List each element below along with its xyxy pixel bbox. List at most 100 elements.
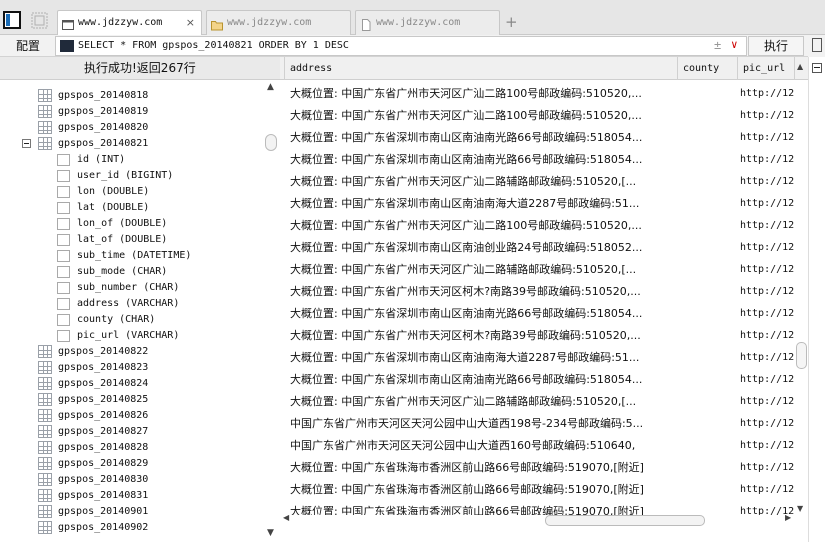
scroll-up-icon[interactable]: ▲ bbox=[267, 82, 274, 92]
tab-2[interactable]: www.jdzzyw.com bbox=[206, 10, 351, 35]
cell-address[interactable]: 大概位置: 中国广东省深圳市南山区南油南光路66号邮政编码:518054... bbox=[290, 127, 680, 149]
cell-address[interactable]: 大概位置: 中国广东省珠海市香洲区前山路66号邮政编码:519070,[附近] bbox=[290, 457, 680, 479]
tree-scroll-thumb[interactable] bbox=[265, 134, 277, 151]
table-row[interactable]: 大概位置: 中国广东省广州市天河区广汕二路辅路邮政编码:510520,[... h… bbox=[280, 171, 800, 193]
tree-column-item[interactable]: sub_time (DATETIME) bbox=[0, 248, 262, 264]
table-row[interactable]: 大概位置: 中国广东省广州市天河区广汕二路100号邮政编码:510520,...… bbox=[280, 83, 800, 105]
table-row[interactable]: 大概位置: 中国广东省深圳市南山区南油创业路24号邮政编码:518052... h… bbox=[280, 237, 800, 259]
new-tab-button[interactable]: + bbox=[505, 13, 518, 31]
cell-address[interactable]: 大概位置: 中国广东省深圳市南山区南油南光路66号邮政编码:518054... bbox=[290, 369, 680, 391]
table-row[interactable]: 大概位置: 中国广东省深圳市南山区南油南光路66号邮政编码:518054... h… bbox=[280, 369, 800, 391]
cell-address[interactable]: 大概位置: 中国广东省深圳市南山区南油南海大道2287号邮政编码:51... bbox=[290, 347, 680, 369]
tree-table-item[interactable]: gpspos_20140902 bbox=[0, 520, 262, 536]
plus-minus-icon[interactable]: ± bbox=[714, 38, 721, 52]
vertical-scroll-thumb[interactable] bbox=[796, 342, 807, 369]
cell-pic-url[interactable]: http://12 bbox=[740, 149, 794, 171]
cell-pic-url[interactable]: http://12 bbox=[740, 347, 794, 369]
cell-pic-url[interactable]: http://12 bbox=[740, 391, 794, 413]
cell-pic-url[interactable]: http://12 bbox=[740, 259, 794, 281]
tree-table-item[interactable]: gpspos_20140823 bbox=[0, 360, 262, 376]
vertical-scrollbar[interactable]: ▲ ▼ bbox=[794, 57, 808, 527]
collapse-toggle-icon[interactable] bbox=[22, 139, 31, 148]
tree-table-item[interactable]: gpspos_20140818 bbox=[0, 88, 262, 104]
tree-table-item[interactable]: gpspos_20140825 bbox=[0, 392, 262, 408]
scroll-right-icon[interactable]: ▶ bbox=[785, 513, 791, 522]
table-row[interactable]: 中国广东省广州市天河区天河公园中山大道西160号邮政编码:510640, http… bbox=[280, 435, 800, 457]
tree-column-item[interactable]: sub_number (CHAR) bbox=[0, 280, 262, 296]
cell-address[interactable]: 大概位置: 中国广东省广州市天河区柯木?南路39号邮政编码:510520,... bbox=[290, 325, 680, 347]
cell-pic-url[interactable]: http://12 bbox=[740, 303, 794, 325]
table-row[interactable]: 中国广东省广州市天河区天河公园中山大道西198号-234号邮政编码:5... ht… bbox=[280, 413, 800, 435]
tree-table-item[interactable]: gpspos_20140831 bbox=[0, 488, 262, 504]
tree-column-item[interactable]: lat_of (DOUBLE) bbox=[0, 232, 262, 248]
cell-address[interactable]: 大概位置: 中国广东省广州市天河区广汕二路100号邮政编码:510520,... bbox=[290, 105, 680, 127]
tree-column-item[interactable]: county (CHAR) bbox=[0, 312, 262, 328]
tree-column-item[interactable]: address (VARCHAR) bbox=[0, 296, 262, 312]
tree-column-item[interactable]: lon (DOUBLE) bbox=[0, 184, 262, 200]
tree-column-item[interactable]: pic_url (VARCHAR) bbox=[0, 328, 262, 344]
table-row[interactable]: 大概位置: 中国广东省珠海市香洲区前山路66号邮政编码:519070,[附近] h… bbox=[280, 479, 800, 501]
tree-table-item[interactable]: gpspos_20140828 bbox=[0, 440, 262, 456]
cell-pic-url[interactable]: http://12 bbox=[740, 413, 794, 435]
tab-1[interactable]: www.jdzzyw.com × bbox=[57, 10, 202, 36]
cell-address[interactable]: 大概位置: 中国广东省珠海市香洲区前山路66号邮政编码:519070,[附近] bbox=[290, 479, 680, 501]
table-row[interactable]: 大概位置: 中国广东省广州市天河区柯木?南路39号邮政编码:510520,...… bbox=[280, 325, 800, 347]
cell-pic-url[interactable]: http://12 bbox=[740, 237, 794, 259]
tree-column-item[interactable]: lon_of (DOUBLE) bbox=[0, 216, 262, 232]
table-row[interactable]: 大概位置: 中国广东省广州市天河区广汕二路100号邮政编码:510520,...… bbox=[280, 105, 800, 127]
cell-pic-url[interactable]: http://12 bbox=[740, 193, 794, 215]
cell-pic-url[interactable]: http://12 bbox=[740, 325, 794, 347]
column-header-county[interactable]: county bbox=[677, 57, 737, 80]
cell-address[interactable]: 大概位置: 中国广东省广州市天河区柯木?南路39号邮政编码:510520,... bbox=[290, 281, 680, 303]
tree-column-item[interactable]: sub_mode (CHAR) bbox=[0, 264, 262, 280]
column-header-pic-url[interactable]: pic_url bbox=[737, 57, 794, 80]
window-icon[interactable] bbox=[812, 38, 822, 52]
execute-button[interactable]: 执行 bbox=[748, 36, 804, 56]
cell-address[interactable]: 中国广东省广州市天河区天河公园中山大道西160号邮政编码:510640, bbox=[290, 435, 680, 457]
tree-table-item[interactable]: gpspos_20140827 bbox=[0, 424, 262, 440]
table-row[interactable]: 大概位置: 中国广东省广州市天河区广汕二路辅路邮政编码:510520,[... h… bbox=[280, 391, 800, 413]
tree-table-item[interactable]: gpspos_20140820 bbox=[0, 120, 262, 136]
tree-scrollbar[interactable]: ▲ ▼ bbox=[263, 80, 280, 542]
table-row[interactable]: 大概位置: 中国广东省深圳市南山区南油南海大道2287号邮政编码:51... ht… bbox=[280, 347, 800, 369]
table-row[interactable]: 大概位置: 中国广东省广州市天河区广汕二路辅路邮政编码:510520,[... h… bbox=[280, 259, 800, 281]
cell-address[interactable]: 大概位置: 中国广东省广州市天河区广汕二路100号邮政编码:510520,... bbox=[290, 215, 680, 237]
cell-pic-url[interactable]: http://12 bbox=[740, 105, 794, 127]
cell-pic-url[interactable]: http://12 bbox=[740, 479, 794, 501]
cell-address[interactable]: 大概位置: 中国广东省广州市天河区广汕二路100号邮政编码:510520,... bbox=[290, 83, 680, 105]
tree-column-item[interactable]: lat (DOUBLE) bbox=[0, 200, 262, 216]
config-button[interactable]: 配置 bbox=[4, 37, 52, 55]
horizontal-scroll-thumb[interactable] bbox=[545, 515, 705, 526]
tree-table-item[interactable]: gpspos_20140829 bbox=[0, 456, 262, 472]
table-row[interactable]: 大概位置: 中国广东省深圳市南山区南油南光路66号邮政编码:518054... h… bbox=[280, 149, 800, 171]
history-dropdown-icon[interactable]: ∨ bbox=[731, 38, 738, 51]
tree-table-item[interactable]: gpspos_20140824 bbox=[0, 376, 262, 392]
cell-address[interactable]: 大概位置: 中国广东省广州市天河区广汕二路辅路邮政编码:510520,[... bbox=[290, 391, 680, 413]
scroll-up-icon[interactable]: ▲ bbox=[797, 62, 803, 71]
cell-pic-url[interactable]: http://12 bbox=[740, 457, 794, 479]
table-row[interactable]: 大概位置: 中国广东省广州市天河区广汕二路100号邮政编码:510520,...… bbox=[280, 215, 800, 237]
scroll-left-icon[interactable]: ◀ bbox=[283, 513, 289, 522]
cell-address[interactable]: 大概位置: 中国广东省深圳市南山区南油南光路66号邮政编码:518054... bbox=[290, 303, 680, 325]
cell-pic-url[interactable]: http://12 bbox=[740, 281, 794, 303]
tree-table-item[interactable]: gpspos_20140819 bbox=[0, 104, 262, 120]
table-row[interactable]: 大概位置: 中国广东省广州市天河区柯木?南路39号邮政编码:510520,...… bbox=[280, 281, 800, 303]
cell-pic-url[interactable]: http://12 bbox=[740, 369, 794, 391]
horizontal-scrollbar[interactable]: ◀ ▶ bbox=[280, 513, 794, 527]
tree-column-item[interactable]: id (INT) bbox=[0, 152, 262, 168]
cell-address[interactable]: 大概位置: 中国广东省广州市天河区广汕二路辅路邮政编码:510520,[... bbox=[290, 259, 680, 281]
table-row[interactable]: 大概位置: 中国广东省深圳市南山区南油南光路66号邮政编码:518054... h… bbox=[280, 303, 800, 325]
close-tab-icon[interactable]: × bbox=[186, 11, 195, 35]
panel-toggle-icon[interactable] bbox=[3, 11, 22, 30]
tree-table-item[interactable]: gpspos_20140901 bbox=[0, 504, 262, 520]
column-header-address[interactable]: address bbox=[284, 57, 678, 80]
table-row[interactable]: 大概位置: 中国广东省深圳市南山区南油南光路66号邮政编码:518054... h… bbox=[280, 127, 800, 149]
cell-pic-url[interactable]: http://12 bbox=[740, 127, 794, 149]
cell-address[interactable]: 大概位置: 中国广东省深圳市南山区南油南海大道2287号邮政编码:51... bbox=[290, 193, 680, 215]
tree-table-item[interactable]: gpspos_20140821 bbox=[0, 136, 262, 152]
table-row[interactable]: 大概位置: 中国广东省珠海市香洲区前山路66号邮政编码:519070,[附近] h… bbox=[280, 457, 800, 479]
cell-address[interactable]: 大概位置: 中国广东省深圳市南山区南油南光路66号邮政编码:518054... bbox=[290, 149, 680, 171]
tree-table-item[interactable]: gpspos_20140826 bbox=[0, 408, 262, 424]
cell-pic-url[interactable]: http://12 bbox=[740, 83, 794, 105]
tab-3[interactable]: www.jdzzyw.com bbox=[355, 10, 500, 35]
